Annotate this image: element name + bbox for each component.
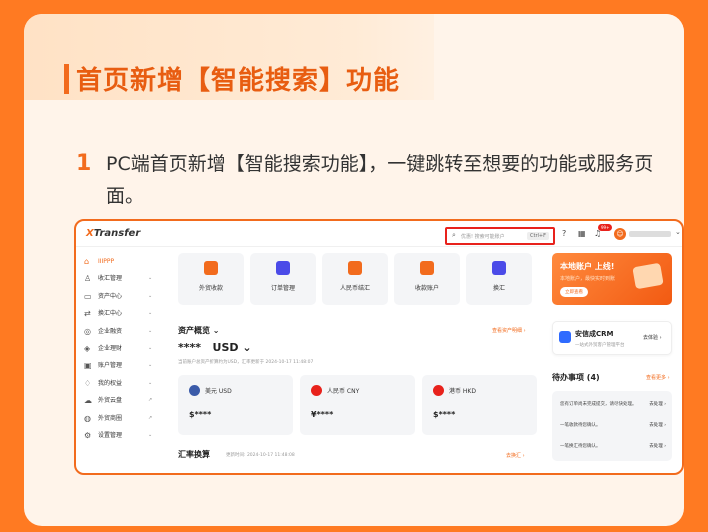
sidebar-item-exchange[interactable]: ⇄ 换汇中心 ⌄ <box>76 305 158 322</box>
list-item[interactable]: 一笔收款待您确认。 去处理 › <box>560 422 666 428</box>
exchange-icon <box>492 261 506 275</box>
sidebar-item-cloud[interactable]: ☁ 外贸云盘 ↗ <box>76 392 158 409</box>
settlement-icon <box>348 261 362 275</box>
top-bar: XTransfer ⌕ 优惠! 搜索可能账户 Ctrl+F ? ▦ ♫ 99+ … <box>76 221 682 247</box>
content-card: 首页新增【智能搜索】功能 1 PC端首页新增【智能搜索功能】，一键跳转至想要的功… <box>24 14 684 526</box>
currency-card-cny[interactable]: 人民币 CNY ¥**** <box>300 375 415 435</box>
wallet-icon: ▭ <box>84 291 92 301</box>
user-icon: ♙ <box>84 274 92 284</box>
collection-icon <box>204 261 218 275</box>
hkd-flag-icon <box>433 385 444 396</box>
fx-title: 汇率换算 <box>178 450 210 459</box>
sidebar-item-assets[interactable]: ▭ 资产中心 ⌄ <box>76 288 158 305</box>
home-icon: ⌂ <box>84 257 90 266</box>
promo-button[interactable]: 立即查看 <box>560 287 588 297</box>
orders-icon <box>276 261 290 275</box>
sidebar-item-trade-circle[interactable]: ◍ 外贸商圈 ↗ <box>76 410 158 427</box>
finance-icon: ◎ <box>84 326 91 336</box>
fx-link[interactable]: 去换汇 › <box>506 452 525 459</box>
assets-detail-link[interactable]: 查看资产明细 › <box>492 327 526 334</box>
avatar[interactable]: ☺ <box>614 228 626 240</box>
notification-badge: 99+ <box>598 224 613 231</box>
currency-card-usd[interactable]: 美元 USD $**** <box>178 375 293 435</box>
sidebar-item-financing[interactable]: ◎ 企业融资 ⌄ <box>76 323 158 340</box>
search-icon: ⌕ <box>452 231 456 239</box>
help-icon[interactable]: ? <box>562 229 566 238</box>
cloud-icon: ☁ <box>84 396 92 406</box>
assets-amount: **** USD ⌄ <box>178 341 252 354</box>
quick-action-orders[interactable]: 订单管理 <box>250 253 316 305</box>
title-tab-corner <box>434 14 684 100</box>
sidebar-item-collection[interactable]: ♙ 收汇管理 ⌄ <box>76 270 158 287</box>
globe-icon: ◍ <box>84 413 91 423</box>
crm-card[interactable]: 安信成CRM 一站式外贸客户管理平台 去体验 › <box>552 321 672 355</box>
todo-list: 您有订单尚未完成提交，请尽快处理。 去处理 › 一笔收款待您确认。 去处理 › 一笔… <box>552 391 672 461</box>
gear-icon: ⚙ <box>84 430 92 440</box>
quick-action-exchange[interactable]: 换汇 <box>466 253 532 305</box>
account-icon: ▣ <box>84 361 92 371</box>
sidebar-item-home[interactable]: ⌂ IIIPPP <box>76 253 158 270</box>
step-number: 1 <box>76 151 92 176</box>
calendar-icon[interactable]: ▦ <box>578 229 586 238</box>
chevron-down-icon[interactable]: ⌄ <box>675 228 681 236</box>
sidebar-item-settings[interactable]: ⚙ 设置管理 ⌄ <box>76 427 158 444</box>
assets-title: 资产概览 ⌄ <box>178 326 220 335</box>
todo-title: 待办事项 (4) <box>552 373 600 382</box>
currency-card-hkd[interactable]: 港币 HKD $**** <box>422 375 537 435</box>
card-illustration <box>632 262 664 290</box>
fx-update-time: 更新时间: 2024-10-17 11:48:08 <box>226 453 295 458</box>
todo-more-link[interactable]: 查看更多 › <box>646 374 670 381</box>
list-item[interactable]: 您有订单尚未完成提交，请尽快处理。 去处理 › <box>560 401 666 407</box>
sidebar: ⌂ IIIPPP ♙ 收汇管理 ⌄ ▭ 资产中心 ⌄ ⇄ 换汇中心 ⌄ ◎ 企业融资 ⌄ ◈ 企业理… <box>76 253 158 444</box>
sidebar-item-account[interactable]: ▣ 账户管理 ⌄ <box>76 357 158 374</box>
account-icon <box>420 261 434 275</box>
page-title: 首页新增【智能搜索】功能 <box>76 66 401 96</box>
search-input[interactable]: 优惠! 搜索可能账户 <box>461 233 505 240</box>
sidebar-item-wealth[interactable]: ◈ 企业理财 ⌄ <box>76 340 158 357</box>
app-screenshot: XTransfer ⌕ 优惠! 搜索可能账户 Ctrl+F ? ▦ ♫ 99+ … <box>74 219 684 475</box>
quick-action-collection[interactable]: 外贸收款 <box>178 253 244 305</box>
list-item[interactable]: 一笔换汇待您确认。 去处理 › <box>560 443 666 449</box>
app-logo[interactable]: XTransfer <box>86 228 140 239</box>
quick-action-receiving-account[interactable]: 收款账户 <box>394 253 460 305</box>
search-shortcut: Ctrl+F <box>527 232 549 240</box>
crm-link[interactable]: 去体验 › <box>643 334 662 341</box>
gift-icon: ♢ <box>84 378 92 388</box>
exchange-icon: ⇄ <box>84 309 91 319</box>
promo-banner[interactable]: 本地账户 上线! 本地账户，最快实时到账 立即查看 <box>552 253 672 305</box>
shield-icon: ◈ <box>84 343 91 353</box>
user-name-blurred[interactable] <box>629 231 671 237</box>
cny-flag-icon <box>311 385 322 396</box>
step-description: PC端首页新增【智能搜索功能】，一键跳转至想要的功能或服务页面。 <box>106 153 654 207</box>
assets-note: 当前账户总资产折算约为USD，汇率更新于 2024-10-17 11:48:07 <box>178 360 314 365</box>
usd-flag-icon <box>189 385 200 396</box>
title-accent-bar <box>64 64 69 94</box>
smart-search-box[interactable]: ⌕ 优惠! 搜索可能账户 Ctrl+F <box>445 227 555 245</box>
sidebar-item-rights[interactable]: ♢ 我的权益 ⌄ <box>76 375 158 392</box>
quick-action-rmb-settlement[interactable]: 人民币结汇 <box>322 253 388 305</box>
crm-logo-icon <box>559 331 571 343</box>
